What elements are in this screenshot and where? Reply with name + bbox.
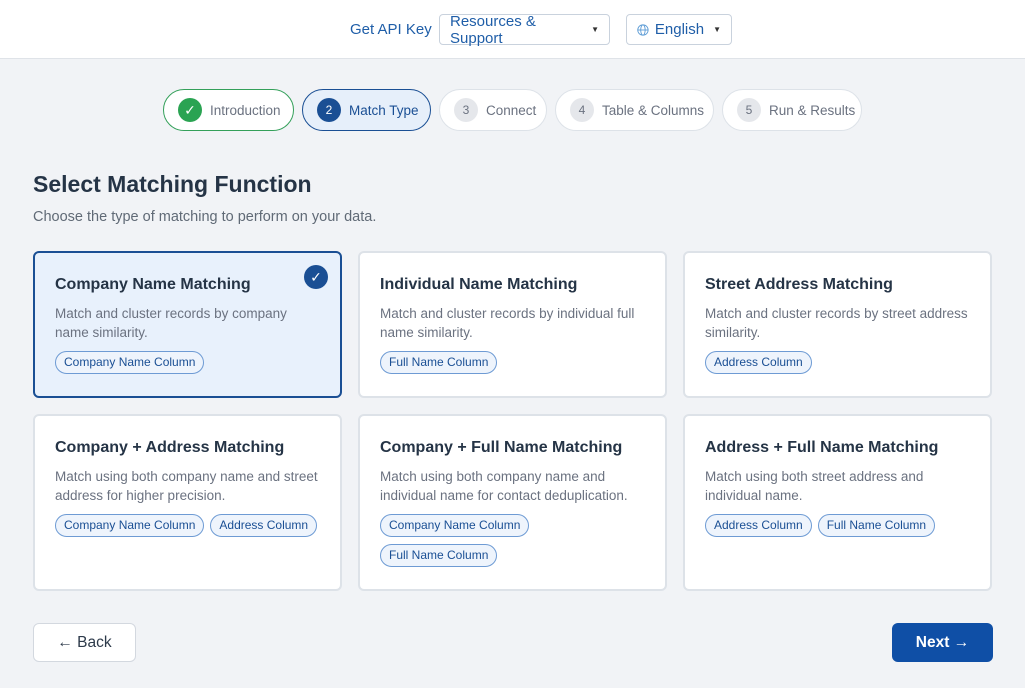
get-api-key-link[interactable]: Get API Key <box>350 21 432 38</box>
card-description: Match and cluster records by individual … <box>380 306 635 340</box>
check-icon: ✓ <box>304 265 328 289</box>
tag-full-name-column: Full Name Column <box>380 351 498 374</box>
resources-support-label: Resources & Support <box>450 12 536 47</box>
step-number: 5 <box>737 98 761 122</box>
tag-full-name-column: Full Name Column <box>380 544 498 567</box>
tag-company-name-column: Company Name Column <box>55 351 205 374</box>
tag-full-name-column: Full Name Column <box>817 514 936 537</box>
card-tags: Full Name Column <box>380 351 645 374</box>
card-description: Match using both company name and indivi… <box>380 469 628 503</box>
card-title: Company + Full Name Matching <box>380 439 623 456</box>
globe-icon <box>637 23 649 36</box>
step-label: Table & Columns <box>602 102 705 118</box>
card-title: Individual Name Matching <box>380 276 578 293</box>
tag-address-column: Address Column <box>210 514 318 537</box>
step-run-results[interactable]: 5 Run & Results <box>722 89 862 131</box>
card-tags: Address Column Full Name Column <box>705 514 970 537</box>
card-description: Match using both street address and indi… <box>705 469 924 503</box>
caret-down-icon: ▼ <box>591 25 599 34</box>
step-number: 3 <box>454 98 478 122</box>
card-company-full-name-matching[interactable]: Company + Full Name Matching Match using… <box>358 414 667 591</box>
card-description: Match and cluster records by street addr… <box>705 306 968 340</box>
card-street-address-matching[interactable]: Street Address Matching Match and cluste… <box>683 251 992 398</box>
step-label: Match Type <box>349 102 419 118</box>
caret-down-icon: ▼ <box>713 25 721 34</box>
card-description: Match and cluster records by company nam… <box>55 306 287 340</box>
card-company-address-matching[interactable]: Company + Address Matching Match using b… <box>33 414 342 591</box>
step-table-columns[interactable]: 4 Table & Columns <box>555 89 714 131</box>
language-label: English <box>654 21 705 38</box>
card-description: Match using both company name and street… <box>55 469 318 503</box>
card-title: Street Address Matching <box>705 276 893 293</box>
step-label: Connect <box>486 102 537 118</box>
card-tags: Address Column <box>705 351 970 374</box>
card-title: Company Name Matching <box>55 276 251 293</box>
card-address-full-name-matching[interactable]: Address + Full Name Matching Match using… <box>683 414 992 591</box>
check-icon: ✓ <box>178 98 202 122</box>
step-number: 2 <box>317 98 341 122</box>
card-individual-name-matching[interactable]: Individual Name Matching Match and clust… <box>358 251 667 398</box>
step-number: 4 <box>570 98 594 122</box>
step-connect[interactable]: 3 Connect <box>439 89 547 131</box>
page-subtitle: Choose the type of matching to perform o… <box>33 209 377 225</box>
card-tags: Company Name Column Address Column <box>55 514 320 537</box>
page-title: Select Matching Function <box>33 171 312 197</box>
tag-company-name-column: Company Name Column <box>55 514 205 537</box>
top-bar: Get API Key Resources & Support ▼ Englis… <box>0 0 1025 59</box>
card-tags: Company Name Column Full Name Column <box>380 514 540 567</box>
card-title: Address + Full Name Matching <box>705 439 939 456</box>
step-introduction[interactable]: ✓ Introduction <box>163 89 294 131</box>
back-button[interactable]: ← Back <box>33 623 136 662</box>
language-dropdown[interactable]: English ▼ <box>626 14 732 45</box>
tag-address-column: Address Column <box>705 514 812 537</box>
resources-support-dropdown[interactable]: Resources & Support ▼ <box>439 12 610 47</box>
card-tags: Company Name Column <box>55 351 320 374</box>
step-match-type[interactable]: 2 Match Type <box>302 89 431 131</box>
card-title: Company + Address Matching <box>55 439 285 456</box>
wizard-stepper: ✓ Introduction 2 Match Type 3 Connect 4 … <box>0 89 1025 131</box>
next-button[interactable]: Next → <box>892 623 993 662</box>
tag-company-name-column: Company Name Column <box>380 514 530 537</box>
tag-address-column: Address Column <box>705 351 812 374</box>
card-company-name-matching[interactable]: ✓ Company Name Matching Match and cluste… <box>33 251 342 398</box>
step-label: Run & Results <box>769 102 856 118</box>
step-label: Introduction <box>210 102 281 118</box>
